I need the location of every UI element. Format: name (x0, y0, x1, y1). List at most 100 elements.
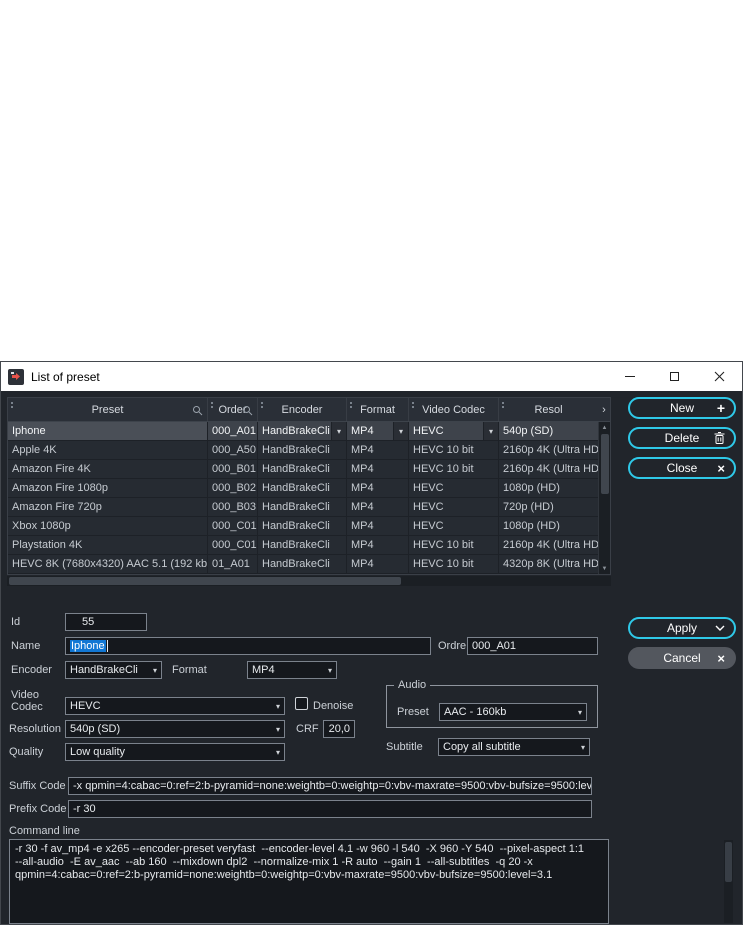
search-icon[interactable] (242, 405, 253, 416)
cell-order[interactable]: 000_A01 (208, 422, 258, 440)
format-dropdown[interactable]: MP4 ▾ (247, 661, 337, 679)
cell-resolution[interactable]: 4320p 8K (Ultra HD) I (499, 555, 598, 573)
cell-preset[interactable]: Playstation 4K (8, 536, 208, 554)
table-row[interactable]: Playstation 4K 000_C01 HandBrakeCli MP4 … (8, 536, 610, 555)
minimize-button[interactable] (607, 362, 652, 391)
crf-field[interactable]: 20,0 (323, 720, 355, 738)
encoder-dropdown[interactable]: HandBrakeCli ▾ (65, 661, 162, 679)
cell-resolution[interactable]: 2160p 4K (Ultra HD) I (499, 536, 598, 554)
table-row[interactable]: Amazon Fire 720p 000_B03 HandBrakeCli MP… (8, 498, 610, 517)
cell-encoder[interactable]: HandBrakeCli (258, 517, 347, 535)
ordre-field[interactable]: 000_A01 (467, 637, 598, 655)
denoise-checkbox[interactable] (295, 697, 308, 710)
table-row[interactable]: Apple 4K 000_A50 HandBrakeCli MP4 HEVC 1… (8, 441, 610, 460)
cell-resolution[interactable]: 2160p 4K (Ultra HD) I (499, 460, 598, 478)
column-header-resolution[interactable]: Resol (499, 398, 598, 421)
cell-format[interactable]: MP4 (347, 555, 409, 573)
cell-order[interactable]: 000_B01 (208, 460, 258, 478)
cell-encoder[interactable]: HandBrakeCli (258, 536, 347, 554)
cell-resolution[interactable]: 2160p 4K (Ultra HD) I (499, 441, 598, 459)
subtitle-dropdown[interactable]: Copy all subtitle ▾ (438, 738, 590, 756)
cell-resolution[interactable]: 720p (HD) (499, 498, 598, 516)
column-header-order[interactable]: Order (208, 398, 258, 421)
audio-preset-dropdown[interactable]: AAC - 160kb ▾ (439, 703, 587, 721)
cell-preset[interactable]: Amazon Fire 1080p (8, 479, 208, 497)
prefix-code-field[interactable]: -r 30 (68, 800, 592, 818)
chevron-down-icon[interactable]: ▾ (393, 422, 408, 440)
column-header-preset[interactable]: Preset (8, 398, 208, 421)
cell-video-codec[interactable]: HEVC 10 bit (409, 536, 499, 554)
name-field[interactable]: Iphone (65, 637, 431, 655)
column-header-format[interactable]: Format (347, 398, 409, 421)
cell-encoder[interactable]: HandBrakeCli (258, 555, 347, 573)
cell-video-codec[interactable]: HEVC 10 bit (409, 441, 499, 459)
vertical-scroll-thumb[interactable] (601, 434, 609, 494)
cell-format[interactable]: MP4 (347, 441, 409, 459)
resolution-dropdown[interactable]: 540p (SD) ▾ (65, 720, 285, 738)
cell-format[interactable]: MP4 (347, 536, 409, 554)
cell-format-combo[interactable]: MP4 ▾ (347, 422, 409, 440)
cell-video-codec[interactable]: HEVC (409, 498, 499, 516)
cell-video-codec[interactable]: HEVC (409, 517, 499, 535)
cell-encoder[interactable]: HandBrakeCli (258, 498, 347, 516)
cell-video-codec-combo[interactable]: HEVC ▾ (409, 422, 499, 440)
command-line-scrollbar[interactable] (724, 840, 733, 923)
titlebar[interactable]: List of preset (1, 362, 742, 391)
video-codec-dropdown[interactable]: HEVC ▾ (65, 697, 285, 715)
cell-video-codec[interactable]: HEVC 10 bit (409, 555, 499, 573)
scroll-down-icon[interactable]: ▼ (602, 563, 608, 574)
vertical-scrollbar[interactable]: ▲ ▼ (598, 422, 610, 574)
cell-preset[interactable]: Apple 4K (8, 441, 208, 459)
search-icon[interactable] (192, 405, 203, 416)
command-line-textarea[interactable]: -r 30 -f av_mp4 -e x265 --encoder-preset… (9, 839, 609, 924)
close-button[interactable]: Close × (628, 457, 736, 479)
cell-resolution[interactable]: 1080p (HD) (499, 479, 598, 497)
cell-encoder[interactable]: HandBrakeCli (258, 479, 347, 497)
scroll-up-icon[interactable]: ▲ (602, 422, 608, 433)
horizontal-scrollbar[interactable] (7, 576, 611, 586)
table-row[interactable]: Amazon Fire 1080p 000_B02 HandBrakeCli M… (8, 479, 610, 498)
apply-button[interactable]: Apply (628, 617, 736, 639)
cell-format[interactable]: MP4 (347, 479, 409, 497)
delete-button[interactable]: Delete (628, 427, 736, 449)
table-row[interactable]: Xbox 1080p 000_C01 HandBrakeCli MP4 HEVC… (8, 517, 610, 536)
cell-format[interactable]: MP4 (347, 498, 409, 516)
cell-order[interactable]: 000_B02 (208, 479, 258, 497)
close-window-button[interactable] (697, 362, 742, 391)
cell-preset[interactable]: HEVC 8K (7680x4320) AAC 5.1 (192 kb) (8, 555, 208, 573)
cell-order[interactable]: 000_A50 (208, 441, 258, 459)
cell-order[interactable]: 000_B03 (208, 498, 258, 516)
next-column-indicator[interactable]: › (598, 398, 610, 421)
cell-order[interactable]: 000_C01 (208, 517, 258, 535)
cell-encoder[interactable]: HandBrakeCli (258, 460, 347, 478)
cell-order[interactable]: 01_A01 (208, 555, 258, 573)
cell-preset[interactable]: Amazon Fire 4K (8, 460, 208, 478)
new-button[interactable]: New + (628, 397, 736, 419)
id-field[interactable]: 55 (65, 613, 147, 631)
cell-preset[interactable]: Iphone (8, 422, 208, 440)
cell-video-codec[interactable]: HEVC (409, 479, 499, 497)
cell-preset[interactable]: Xbox 1080p (8, 517, 208, 535)
table-row[interactable]: HEVC 8K (7680x4320) AAC 5.1 (192 kb) 01_… (8, 555, 610, 574)
cell-video-codec[interactable]: HEVC 10 bit (409, 460, 499, 478)
cell-encoder-combo[interactable]: HandBrakeCli ▾ (258, 422, 347, 440)
table-row[interactable]: Amazon Fire 4K 000_B01 HandBrakeCli MP4 … (8, 460, 610, 479)
cell-resolution[interactable]: 540p (SD) (499, 422, 598, 440)
horizontal-scroll-thumb[interactable] (9, 577, 401, 585)
table-row-selected[interactable]: Iphone 000_A01 HandBrakeCli ▾ MP4 ▾ HEVC… (8, 422, 610, 441)
suffix-code-field[interactable]: -x qpmin=4:cabac=0:ref=2:b-pyramid=none:… (68, 777, 592, 795)
command-scroll-thumb[interactable] (725, 842, 732, 882)
column-header-video-codec[interactable]: Video Codec (409, 398, 499, 421)
column-header-encoder[interactable]: Encoder (258, 398, 347, 421)
cell-preset[interactable]: Amazon Fire 720p (8, 498, 208, 516)
chevron-down-icon[interactable]: ▾ (483, 422, 498, 440)
cell-encoder[interactable]: HandBrakeCli (258, 441, 347, 459)
chevron-down-icon[interactable]: ▾ (331, 422, 346, 440)
cell-format[interactable]: MP4 (347, 517, 409, 535)
maximize-button[interactable] (652, 362, 697, 391)
cancel-button[interactable]: Cancel × (628, 647, 736, 669)
cell-order[interactable]: 000_C01 (208, 536, 258, 554)
quality-dropdown[interactable]: Low quality ▾ (65, 743, 285, 761)
cell-resolution[interactable]: 1080p (HD) (499, 517, 598, 535)
cell-format[interactable]: MP4 (347, 460, 409, 478)
